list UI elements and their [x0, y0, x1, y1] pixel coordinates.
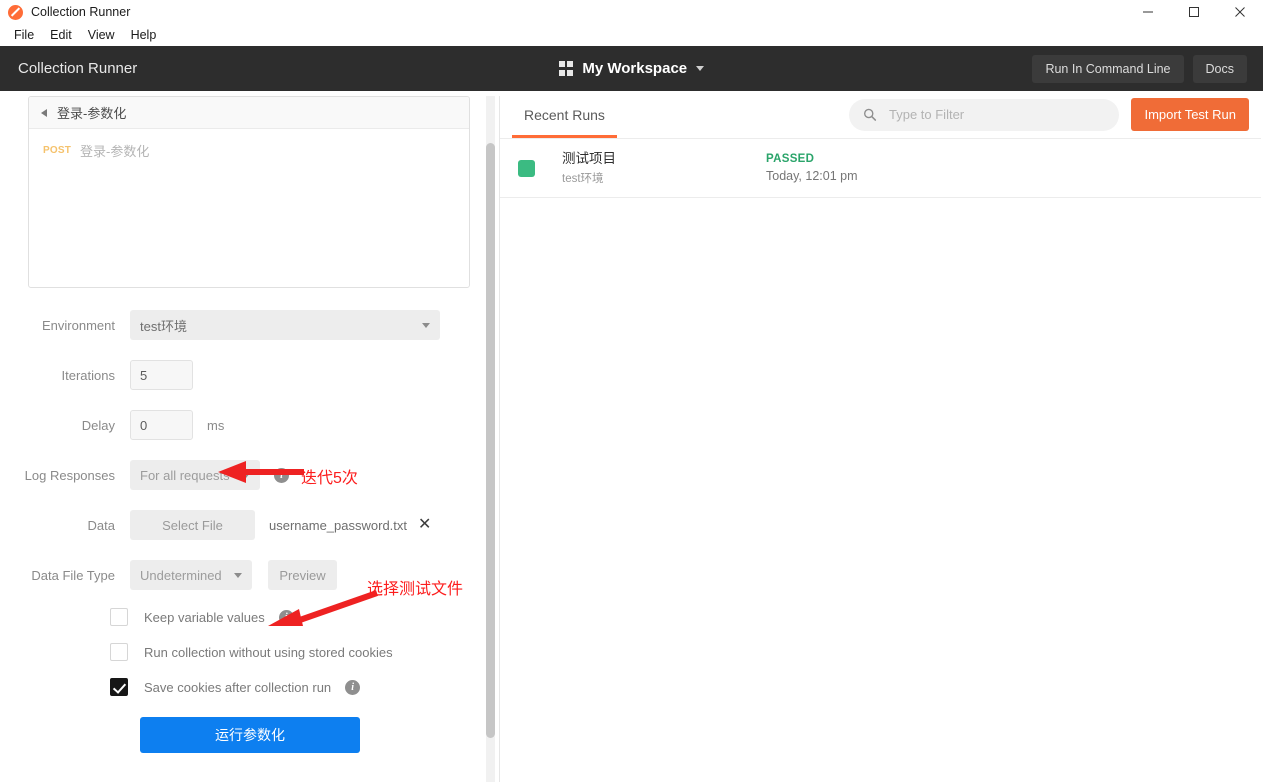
save-cookies-row: Save cookies after collection run i	[0, 678, 500, 696]
keep-variable-values-checkbox[interactable]	[110, 608, 128, 626]
grid-icon	[558, 61, 574, 76]
run-list-item[interactable]: 测试项目 test环境 PASSED Today, 12:01 pm	[500, 139, 1263, 198]
close-icon[interactable]: ✕	[418, 517, 431, 533]
window-titlebar: Collection Runner	[0, 0, 1263, 24]
menu-item-help[interactable]: Help	[123, 26, 165, 44]
window-title: Collection Runner	[31, 5, 131, 19]
app-title: Collection Runner	[18, 60, 138, 77]
environment-select[interactable]: test环境	[130, 310, 440, 340]
info-icon[interactable]: i	[274, 467, 289, 483]
run-timestamp: Today, 12:01 pm	[766, 169, 858, 183]
app-header: Collection Runner My Workspace Run In Co…	[0, 46, 1263, 91]
data-file-type-value: Undetermined	[140, 567, 222, 583]
log-responses-value: For all requests	[140, 467, 230, 483]
run-status-swatch	[518, 159, 535, 177]
delay-input[interactable]	[130, 410, 193, 440]
status-badge: PASSED	[766, 153, 815, 165]
log-responses-label: Log Responses	[24, 467, 115, 483]
docs-button[interactable]: Docs	[1192, 54, 1247, 83]
no-stored-cookies-checkbox[interactable]	[110, 643, 128, 661]
run-collection-button[interactable]: 运行参数化	[140, 717, 360, 753]
triangle-left-icon[interactable]	[41, 108, 47, 117]
environment-value: test环境	[140, 318, 187, 334]
postman-logo-icon	[8, 4, 23, 20]
delay-row: Delay ms	[0, 408, 500, 442]
chevron-down-icon	[422, 322, 430, 328]
runner-config-inner: 登录-参数化 POST 登录-参数化 Environment test环境 It…	[0, 96, 500, 782]
iterations-label: Iterations	[61, 367, 115, 383]
delay-unit-label: ms	[207, 417, 225, 433]
environment-row: Environment test环境	[0, 308, 500, 342]
maximize-icon[interactable]	[1171, 0, 1217, 24]
chevron-down-icon	[696, 66, 705, 71]
info-icon[interactable]: i	[345, 679, 361, 695]
data-file-type-select[interactable]: Undetermined	[130, 560, 252, 590]
request-method-label: POST	[43, 145, 72, 156]
data-label: Data	[87, 517, 115, 533]
tab-recent-runs[interactable]: Recent Runs	[512, 92, 617, 138]
recent-runs-pane: Recent Runs Import Test Run 测试项目 test环境	[500, 91, 1263, 782]
delay-label: Delay	[81, 417, 115, 433]
run-status: PASSED Today, 12:01 pm	[766, 153, 858, 183]
info-icon[interactable]: i	[278, 609, 294, 625]
iterations-input[interactable]	[130, 360, 193, 390]
run-title: 测试项目	[562, 151, 616, 166]
chevron-down-icon	[242, 472, 250, 478]
data-row: Data Select File username_password.txt ✕	[0, 508, 500, 542]
collection-header[interactable]: 登录-参数化	[29, 97, 469, 129]
request-list-box: 登录-参数化 POST 登录-参数化	[28, 96, 470, 288]
save-cookies-label: Save cookies after collection run	[144, 679, 332, 695]
workspace-selector[interactable]: My Workspace	[558, 60, 705, 77]
recent-runs-header: Recent Runs Import Test Run	[500, 91, 1263, 138]
request-name-label: 登录-参数化	[80, 144, 150, 159]
left-scrollbar-thumb[interactable]	[486, 143, 495, 738]
filter-input[interactable]	[886, 106, 1106, 123]
keep-variable-values-label: Keep variable values	[144, 609, 265, 625]
main-content: 登录-参数化 POST 登录-参数化 Environment test环境 It…	[0, 91, 1263, 782]
no-stored-cookies-label: Run collection without using stored cook…	[144, 644, 393, 660]
workspace-name: My Workspace	[582, 60, 688, 77]
environment-label: Environment	[42, 317, 115, 333]
menu-item-edit[interactable]: Edit	[42, 26, 80, 44]
import-test-run-button[interactable]: Import Test Run	[1131, 98, 1249, 131]
window-controls	[1125, 0, 1263, 24]
log-responses-row: Log Responses For all requests i	[0, 458, 500, 492]
collection-name: 登录-参数化	[57, 106, 127, 121]
filter-box[interactable]	[849, 98, 1120, 131]
runner-config-pane: 登录-参数化 POST 登录-参数化 Environment test环境 It…	[0, 91, 500, 782]
data-filename: username_password.txt	[269, 517, 408, 533]
close-icon[interactable]	[1217, 0, 1263, 24]
data-file-type-label: Data File Type	[31, 567, 115, 583]
iterations-row: Iterations	[0, 358, 500, 392]
menu-item-view[interactable]: View	[80, 26, 123, 44]
log-responses-select[interactable]: For all requests	[130, 460, 260, 490]
runs-header-actions: Import Test Run	[849, 98, 1249, 131]
search-icon	[864, 108, 877, 121]
menubar: File Edit View Help	[0, 24, 1263, 46]
header-actions: Run In Command Line Docs	[1032, 54, 1247, 83]
run-in-command-line-button[interactable]: Run In Command Line	[1032, 54, 1184, 83]
keep-variable-values-row: Keep variable values i	[0, 608, 500, 626]
preview-button[interactable]: Preview	[268, 560, 337, 590]
data-file-type-row: Data File Type Undetermined Preview	[0, 558, 500, 592]
request-item[interactable]: POST 登录-参数化	[29, 129, 469, 160]
select-file-button[interactable]: Select File	[130, 510, 255, 540]
runner-form: Environment test环境 Iterations Delay ms	[0, 288, 500, 753]
run-names: 测试项目 test环境	[562, 150, 616, 186]
run-environment: test环境	[562, 173, 604, 185]
minimize-icon[interactable]	[1125, 0, 1171, 24]
menu-item-file[interactable]: File	[6, 26, 42, 44]
no-stored-cookies-row: Run collection without using stored cook…	[0, 643, 500, 661]
chevron-down-icon	[234, 572, 242, 578]
save-cookies-checkbox[interactable]	[110, 678, 128, 696]
